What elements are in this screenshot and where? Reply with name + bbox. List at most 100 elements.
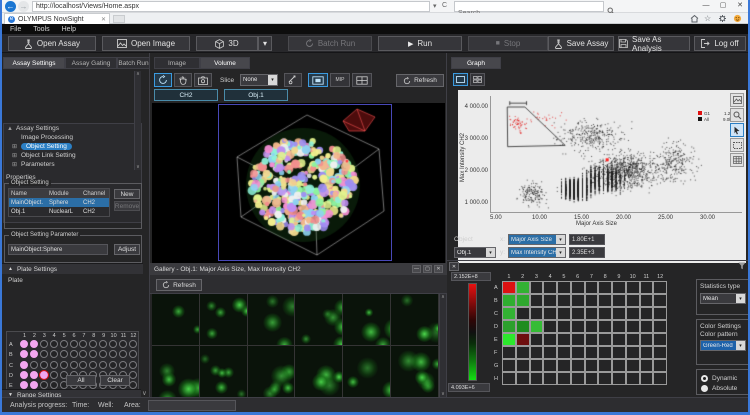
plate-settings-header[interactable]: ▲ Plate Settings	[2, 263, 143, 274]
heatmap-cell-D1[interactable]	[502, 320, 516, 333]
table-view-button[interactable]	[730, 153, 744, 167]
plate-well-A10[interactable]	[109, 340, 117, 348]
plate-well-B4[interactable]	[50, 350, 58, 358]
plate-well-C7[interactable]	[79, 361, 87, 369]
plate-well-C5[interactable]	[60, 361, 68, 369]
tree-item[interactable]: Image Processing	[4, 133, 141, 142]
gallery-thumbnail[interactable]	[200, 294, 248, 346]
parameter-value-box[interactable]: MainObject:Sphere	[8, 244, 108, 255]
address-caret-icon[interactable]: ▾	[433, 2, 437, 10]
refresh-page-icon[interactable]: C	[442, 2, 447, 9]
plate-well-B9[interactable]	[99, 350, 107, 358]
view-mip-button[interactable]: MIP	[330, 73, 350, 87]
browser-back-button[interactable]: ←	[5, 1, 16, 12]
heatmap-cell-E5[interactable]	[557, 333, 571, 346]
statistics-type-dropdown[interactable]: Mean ▾	[700, 293, 746, 304]
heatmap-cell-E10[interactable]	[626, 333, 640, 346]
heatmap-cell-G1[interactable]	[502, 359, 516, 372]
plate-well-C11[interactable]	[119, 361, 127, 369]
heatmap-cell-D2[interactable]	[516, 320, 530, 333]
heatmap-cell-D12[interactable]	[653, 320, 667, 333]
tree-expander-icon[interactable]: ▲	[7, 126, 13, 132]
tree-scrollbar[interactable]: ∧ ∨	[134, 71, 141, 170]
gallery-thumbnail[interactable]	[295, 346, 343, 397]
heatmap-cell-D7[interactable]	[585, 320, 599, 333]
plate-well-E3[interactable]	[40, 381, 48, 389]
tab-batch-run[interactable]: Batch Run	[117, 57, 150, 69]
heatmap-cell-A6[interactable]	[571, 281, 585, 294]
heatmap-cell-D11[interactable]	[640, 320, 654, 333]
plate-well-B2[interactable]	[30, 350, 38, 358]
run-button[interactable]: ▶ Run	[378, 36, 462, 51]
scale-mode-option[interactable]: Absolute	[701, 383, 737, 393]
filter-funnel-icon[interactable]	[738, 262, 746, 272]
heatmap-cell-C9[interactable]	[612, 307, 626, 320]
heatmap-cell-E4[interactable]	[543, 333, 557, 346]
heatmap-cell-G3[interactable]	[530, 359, 544, 372]
plate-well-A7[interactable]	[79, 340, 87, 348]
heatmap-cell-F1[interactable]	[502, 346, 516, 359]
heatmap-cell-B9[interactable]	[612, 294, 626, 307]
heatmap-cell-G12[interactable]	[653, 359, 667, 372]
heatmap-cell-H10[interactable]	[626, 372, 640, 385]
open-assay-button[interactable]: Open Assay	[8, 36, 96, 51]
table-row[interactable]: MainObject.SphereCH2	[9, 198, 109, 207]
gallery-titlebar[interactable]: Gallery - Obj.1: Major Axis Size, Max In…	[150, 263, 447, 275]
table-row[interactable]: Obj.1NuclearLCH2	[9, 207, 109, 216]
plate-well-A4[interactable]	[50, 340, 58, 348]
gallery-thumbnail[interactable]	[200, 346, 248, 397]
heatmap-cell-D10[interactable]	[626, 320, 640, 333]
heatmap-cell-H7[interactable]	[585, 372, 599, 385]
view-ortho-button[interactable]	[352, 73, 372, 87]
snapshot-tool-button[interactable]	[194, 73, 212, 87]
heatmap-close-button[interactable]: ✕	[449, 262, 459, 271]
plate-well-B5[interactable]	[60, 350, 68, 358]
heatmap-cell-A10[interactable]	[626, 281, 640, 294]
heatmap-cell-C1[interactable]	[502, 307, 516, 320]
remove-button[interactable]: Remove	[114, 201, 140, 211]
gallery-thumbnail[interactable]	[343, 294, 391, 346]
zoom-plot-button[interactable]	[730, 108, 744, 122]
heatmap-cell-B5[interactable]	[557, 294, 571, 307]
plate-well-D4[interactable]	[50, 371, 58, 379]
heatmap-cell-E1[interactable]	[502, 333, 516, 346]
x-axis-dropdown[interactable]: Major Axis Size ▾	[508, 234, 566, 245]
browser-tab[interactable]: e OLYMPUS NoviSight ✕	[4, 13, 110, 24]
heatmap-cell-C7[interactable]	[585, 307, 599, 320]
heatmap-cell-B6[interactable]	[571, 294, 585, 307]
heatmap-cell-A11[interactable]	[640, 281, 654, 294]
heatmap-cell-G11[interactable]	[640, 359, 654, 372]
heatmap-cell-F6[interactable]	[571, 346, 585, 359]
color-pattern-dropdown[interactable]: Green-Red ▾	[700, 340, 746, 351]
plate-well-A6[interactable]	[70, 340, 78, 348]
heatmap-cell-G7[interactable]	[585, 359, 599, 372]
clip-tool-button[interactable]	[284, 73, 302, 87]
heatmap-cell-H4[interactable]	[543, 372, 557, 385]
scroll-down-icon[interactable]: ∨	[136, 164, 140, 170]
volume-viewport[interactable]	[152, 103, 445, 263]
log-off-button[interactable]: Log off	[694, 36, 746, 51]
heatmap-cell-H5[interactable]	[557, 372, 571, 385]
panel-scroll-down-icon[interactable]: ∨	[142, 389, 147, 397]
heatmap-cell-F4[interactable]	[543, 346, 557, 359]
heatmap-cell-G10[interactable]	[626, 359, 640, 372]
favorites-star-icon[interactable]: ☆	[704, 14, 711, 23]
heatmap-cell-F10[interactable]	[626, 346, 640, 359]
tree-box-icon[interactable]: ⊞	[12, 152, 18, 159]
tab-graph[interactable]: Graph	[451, 57, 501, 69]
gallery-thumbnail[interactable]	[295, 294, 343, 346]
mode-3d-dropdown[interactable]: ▾	[258, 36, 272, 51]
object-dropdown[interactable]: Obj.1 ▾	[454, 247, 496, 258]
heatmap-cell-C4[interactable]	[543, 307, 557, 320]
heatmap-cell-H2[interactable]	[516, 372, 530, 385]
plate-well-C8[interactable]	[89, 361, 97, 369]
heatmap-cell-B11[interactable]	[640, 294, 654, 307]
heatmap-cell-C2[interactable]	[516, 307, 530, 320]
tree-box-icon[interactable]: ⊞	[12, 161, 18, 168]
mode-3d-button[interactable]: 3D	[196, 36, 258, 51]
plate-well-B8[interactable]	[89, 350, 97, 358]
gallery-scrollbar[interactable]: ∧ ∨	[439, 294, 446, 397]
heatmap-cell-D6[interactable]	[571, 320, 585, 333]
heatmap-cell-D5[interactable]	[557, 320, 571, 333]
adjust-button[interactable]: Adjust	[114, 244, 140, 255]
